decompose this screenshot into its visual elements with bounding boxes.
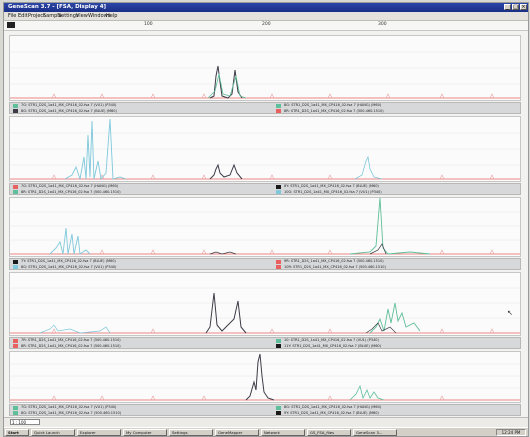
- legend-label: 8R: STR1_D2S_1a41_MX_CP416_02.fsa 7 (500…: [21, 344, 121, 348]
- legend-label: 9Y: STR1_D2S_1a41_MX_CP416_02.fsa 7 (BLU…: [284, 411, 379, 415]
- application-window: GeneScan 3.7 - [FSA, Display 4] _ □ × Fi…: [3, 2, 529, 437]
- menu-bar: File Edit Project Sample Settings View W…: [4, 12, 528, 21]
- close-button[interactable]: ×: [520, 4, 527, 10]
- taskbar-item[interactable]: My Computer: [123, 429, 167, 436]
- maximize-button[interactable]: □: [512, 4, 519, 10]
- taskbar-clock: 12:24 PM: [496, 429, 526, 436]
- legend-swatch[interactable]: [13, 411, 18, 415]
- legend-label: 7G: STR1_D2S_1a41_MX_CP416_02.fsa 7 (VU1…: [21, 103, 117, 107]
- legend-label: 8G: STR1_D2S_1a41_MX_CP416_02.fsa 7 (BLU…: [21, 109, 117, 113]
- legend-label: 11Y: STR1_D2S_1a41_MX_CP416_02.fsa 7 (BL…: [284, 344, 382, 348]
- legend-swatch[interactable]: [276, 109, 281, 113]
- start-button[interactable]: Start: [5, 429, 29, 436]
- legend-swatch[interactable]: [13, 265, 18, 269]
- menu-file[interactable]: File: [8, 13, 16, 19]
- legend-swatch[interactable]: [13, 190, 18, 194]
- electropherogram-panel-5[interactable]: [9, 351, 521, 403]
- electropherogram-panel-3[interactable]: [9, 197, 521, 257]
- title-bar: GeneScan 3.7 - [FSA, Display 4] _ □ ×: [4, 3, 528, 12]
- legend-label: 7Y: STR1_D2S_1a41_MX_CP416_02.fsa 7 (BLU…: [21, 259, 116, 263]
- legend-swatch[interactable]: [276, 344, 281, 348]
- taskbar-item[interactable]: Network: [261, 429, 305, 436]
- legend-label: 9R: STR1_D2S_1a41_MX_CP416_02.fsa 7 (500…: [284, 259, 384, 263]
- menu-view[interactable]: View: [76, 13, 88, 19]
- legend-label: 7R: STR1_D2S_1a41_MX_CP416_02.fsa 7 (500…: [21, 338, 121, 342]
- legend-label: 8G: STR1_D2S_1a41_MX_CP416_02.fsa 7 (500…: [21, 411, 122, 415]
- ruler-tick: 300: [378, 22, 387, 27]
- taskbar: Start Quick Launch Explorer My Computer …: [4, 427, 528, 436]
- ruler-tick: 100: [144, 22, 153, 27]
- legend-swatch[interactable]: [13, 260, 18, 264]
- legend-label: 8Y: STR1_D2S_1a41_MX_CP416_02.fsa 7 (BLU…: [284, 184, 379, 188]
- legend-swatch[interactable]: [276, 260, 281, 264]
- taskbar-item[interactable]: Settings: [169, 429, 213, 436]
- legend-label: 8R: STR1_D2S_1a41_MX_CP416_02.fsa 7 (500…: [284, 109, 384, 113]
- legend-swatch[interactable]: [276, 411, 281, 415]
- zoom-select[interactable]: 1 : 100: [10, 419, 40, 425]
- legend-swatch[interactable]: [276, 104, 281, 108]
- minimize-button[interactable]: _: [504, 4, 511, 10]
- legend-label: 10R: STR1_D2S_1a41_MX_CP416_02.fsa 7 (50…: [284, 265, 386, 269]
- taskbar-item[interactable]: Quick Launch: [31, 429, 75, 436]
- legend-swatch[interactable]: [13, 104, 18, 108]
- legend-swatch[interactable]: [276, 185, 281, 189]
- electropherogram-panel-2[interactable]: [9, 116, 521, 182]
- legend-swatch[interactable]: [276, 406, 281, 410]
- legend-swatch[interactable]: [13, 339, 18, 343]
- legend-panel-2: 7G: STR1_D2S_1a41_MX_CP416_02.fsa 7 (HAN…: [9, 183, 521, 195]
- ruler-toggle-icon[interactable]: [7, 22, 15, 28]
- legend-swatch[interactable]: [276, 339, 281, 343]
- taskbar-item[interactable]: GeneMapper: [215, 429, 259, 436]
- legend-swatch[interactable]: [13, 406, 18, 410]
- legend-panel-3: 7Y: STR1_D2S_1a41_MX_CP416_02.fsa 7 (BLU…: [9, 258, 521, 270]
- taskbar-item[interactable]: Explorer: [77, 429, 121, 436]
- legend-label: 8G: STR1_D2S_1a41_MX_CP416_02.fsa 7 (VU1…: [21, 265, 117, 269]
- legend-label: 8G: STR1_D2S_1a41_MX_CP416_02.fsa 7 (HAN…: [284, 405, 382, 409]
- legend-swatch[interactable]: [13, 185, 18, 189]
- legend-label: 7G: STR1_D2S_1a41_MX_CP416_02.fsa 7 (VU1…: [21, 405, 117, 409]
- legend-panel-4: 7R: STR1_D2S_1a41_MX_CP416_02.fsa 7 (500…: [9, 337, 521, 349]
- legend-swatch[interactable]: [276, 265, 281, 269]
- menu-help[interactable]: Help: [106, 13, 117, 19]
- legend-swatch[interactable]: [13, 344, 18, 348]
- legend-label: 10: STR1_D2S_1a41_MX_CP416_02.fsa 7 (VU1…: [284, 338, 379, 342]
- electropherogram-panel-1[interactable]: [9, 35, 521, 101]
- legend-label: 8G: STR1_D2S_1a41_MX_CP416_02.fsa 7 (HAN…: [284, 103, 382, 107]
- legend-label: 7G: STR1_D2S_1a41_MX_CP416_02.fsa 7 (HAN…: [21, 184, 119, 188]
- window-title: GeneScan 3.7 - [FSA, Display 4]: [8, 4, 107, 10]
- status-bar: 1 : 100: [4, 417, 528, 427]
- legend-panel-1: 7G: STR1_D2S_1a41_MX_CP416_02.fsa 7 (VU1…: [9, 102, 521, 114]
- taskbar-item[interactable]: GeneScan 3...: [353, 429, 397, 436]
- electropherogram-panel-4[interactable]: [9, 272, 521, 336]
- legend-label: 8R: STR1_D2S_1a41_MX_CP416_02.fsa 7 (500…: [21, 190, 121, 194]
- taskbar-item[interactable]: GS_FSA_files: [307, 429, 351, 436]
- legend-swatch[interactable]: [13, 109, 18, 113]
- legend-panel-5: 7G: STR1_D2S_1a41_MX_CP416_02.fsa 7 (VU1…: [9, 404, 521, 416]
- size-ruler: 100 200 300: [4, 21, 528, 31]
- legend-label: 10G: STR1_D2S_1a41_MX_CP416_02.fsa 7 (VU…: [284, 190, 382, 194]
- menu-edit[interactable]: Edit: [18, 13, 28, 19]
- ruler-tick: 200: [262, 22, 271, 27]
- mouse-cursor-icon: ↖: [507, 309, 513, 317]
- legend-swatch[interactable]: [276, 190, 281, 194]
